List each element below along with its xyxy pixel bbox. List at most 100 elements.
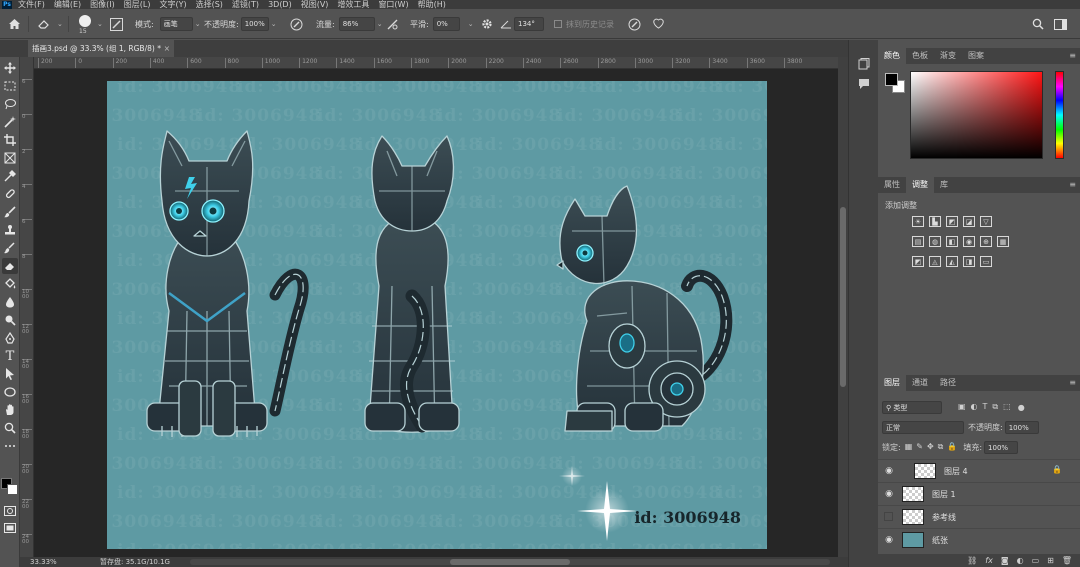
- chevron-down-icon[interactable]: ⌄: [97, 20, 103, 28]
- chevron-down-icon[interactable]: ⌄: [468, 20, 474, 28]
- vibrance-icon[interactable]: ▽: [980, 216, 992, 227]
- paint-bucket-tool-icon[interactable]: [2, 276, 18, 292]
- lock-options-icons[interactable]: ▦✎✥⧉🔒: [905, 442, 962, 452]
- smoothing-input[interactable]: 0%: [432, 17, 460, 31]
- opacity-input[interactable]: 100%: [240, 17, 269, 31]
- menu-layer[interactable]: 图层(L): [124, 0, 151, 9]
- brush-settings-icon[interactable]: [108, 16, 124, 32]
- layer-name[interactable]: 图层 4: [944, 460, 968, 483]
- layer-row[interactable]: ◉ 图层 4 🔒: [878, 459, 1080, 482]
- close-icon[interactable]: ×: [164, 40, 170, 57]
- layer-row[interactable]: 参考线: [878, 505, 1080, 528]
- tab-properties[interactable]: 属性: [878, 177, 906, 193]
- erase-history-checkbox[interactable]: [554, 20, 562, 28]
- layer-name[interactable]: 图层 1: [932, 483, 956, 506]
- document-tab[interactable]: 插画3.psd @ 33.3% (组 1, RGB/8) * ×: [28, 40, 174, 57]
- ellipse-tool-icon[interactable]: [2, 384, 18, 400]
- layer-opacity-input[interactable]: 100%: [1004, 420, 1039, 434]
- menu-window[interactable]: 窗口(W): [378, 0, 408, 9]
- magic-wand-tool-icon[interactable]: [2, 114, 18, 130]
- search-icon[interactable]: [1030, 16, 1046, 32]
- vertical-scrollbar-thumb[interactable]: [840, 207, 846, 387]
- tab-color[interactable]: 颜色: [878, 48, 906, 64]
- hand-tool-icon[interactable]: [2, 402, 18, 418]
- channel-mixer-icon[interactable]: ⊕: [980, 236, 992, 247]
- menu-image[interactable]: 图像(I): [90, 0, 115, 9]
- link-layers-icon[interactable]: ⛓: [967, 556, 977, 565]
- tab-adjustments[interactable]: 调整: [906, 177, 934, 193]
- levels-icon[interactable]: ▙: [929, 216, 941, 227]
- menu-plugins[interactable]: 增效工具: [337, 0, 369, 9]
- eraser-tool-icon[interactable]: [2, 258, 18, 274]
- move-tool-icon[interactable]: [2, 60, 18, 76]
- healing-brush-tool-icon[interactable]: [2, 186, 18, 202]
- horizontal-scrollbar[interactable]: [190, 559, 830, 565]
- gear-icon[interactable]: [479, 16, 495, 32]
- horizontal-scrollbar-thumb[interactable]: [450, 559, 570, 565]
- panel-menu-icon[interactable]: ≡: [1069, 375, 1076, 391]
- eyedropper-tool-icon[interactable]: [2, 168, 18, 184]
- brush-preview-icon[interactable]: [79, 15, 91, 27]
- layer-row[interactable]: ◉ 纸张: [878, 528, 1080, 551]
- photo-filter-icon[interactable]: ◉: [963, 236, 975, 247]
- menu-filter[interactable]: 滤镜(T): [232, 0, 259, 9]
- invert-icon[interactable]: ◩: [912, 256, 924, 267]
- quick-mask-icon[interactable]: [2, 503, 18, 519]
- curves-icon[interactable]: ◩: [946, 216, 958, 227]
- tab-gradients[interactable]: 渐变: [934, 48, 962, 64]
- visibility-eye-icon[interactable]: ◉: [884, 489, 894, 499]
- lasso-tool-icon[interactable]: [2, 96, 18, 112]
- chevron-down-icon[interactable]: ⌄: [57, 20, 63, 28]
- visibility-eye-icon[interactable]: [884, 512, 893, 521]
- layer-style-icon[interactable]: fx: [985, 556, 993, 565]
- gradient-map-icon[interactable]: ▭: [980, 256, 992, 267]
- crop-tool-icon[interactable]: [2, 132, 18, 148]
- chevron-down-icon[interactable]: ⌄: [271, 20, 277, 28]
- frame-tool-icon[interactable]: [2, 150, 18, 166]
- tab-paths[interactable]: 路径: [934, 375, 962, 391]
- exposure-icon[interactable]: ◪: [963, 216, 975, 227]
- panel-menu-icon[interactable]: ≡: [1069, 177, 1076, 193]
- layer-name[interactable]: 纸张: [932, 529, 948, 552]
- layer-name[interactable]: 参考线: [932, 506, 956, 529]
- symmetry-icon[interactable]: [650, 16, 666, 32]
- layer-row[interactable]: ◉ 图层 1: [878, 482, 1080, 505]
- airbrush-icon[interactable]: [384, 16, 400, 32]
- comments-panel-icon[interactable]: [856, 76, 872, 92]
- panel-menu-icon[interactable]: ≡: [1069, 48, 1076, 64]
- foreground-color-swatch[interactable]: [885, 73, 898, 86]
- clone-stamp-tool-icon[interactable]: [2, 222, 18, 238]
- new-layer-icon[interactable]: ⊞: [1047, 556, 1054, 565]
- path-selection-tool-icon[interactable]: [2, 366, 18, 382]
- filter-toggle-icon[interactable]: ●: [1018, 403, 1025, 412]
- zoom-tool-icon[interactable]: [2, 420, 18, 436]
- history-panel-icon[interactable]: [856, 56, 872, 72]
- tab-patterns[interactable]: 图案: [962, 48, 990, 64]
- layer-fill-input[interactable]: 100%: [984, 440, 1019, 454]
- chevron-down-icon[interactable]: ⌄: [195, 20, 201, 28]
- pen-tool-icon[interactable]: [2, 330, 18, 346]
- menu-type[interactable]: 文字(Y): [159, 0, 186, 9]
- dodge-tool-icon[interactable]: [2, 312, 18, 328]
- tab-layers[interactable]: 图层: [878, 375, 906, 391]
- marquee-tool-icon[interactable]: [2, 78, 18, 94]
- menu-view[interactable]: 视图(V): [301, 0, 329, 9]
- history-brush-tool-icon[interactable]: [2, 240, 18, 256]
- menu-file[interactable]: 文件(F): [18, 0, 45, 9]
- type-tool-icon[interactable]: T: [2, 348, 18, 364]
- eraser-tool-preset-icon[interactable]: [36, 16, 52, 32]
- add-mask-icon[interactable]: ◙: [1001, 556, 1009, 565]
- background-color-swatch[interactable]: [7, 484, 18, 495]
- visibility-eye-icon[interactable]: ◉: [884, 466, 894, 476]
- pressure-opacity-icon[interactable]: [288, 16, 304, 32]
- pressure-size-icon[interactable]: [626, 16, 642, 32]
- vertical-scrollbar[interactable]: [838, 57, 848, 557]
- angle-input[interactable]: 134°: [514, 17, 544, 31]
- visibility-eye-icon[interactable]: ◉: [884, 535, 894, 545]
- scratch-disk-info[interactable]: 暂存盘: 35.1G/10.1G: [100, 557, 170, 567]
- threshold-icon[interactable]: ◭: [946, 256, 958, 267]
- screen-mode-icon[interactable]: [2, 520, 18, 536]
- tab-channels[interactable]: 通道: [906, 375, 934, 391]
- chevron-down-icon[interactable]: ⌄: [377, 20, 383, 28]
- hue-sat-icon[interactable]: ▤: [912, 236, 924, 247]
